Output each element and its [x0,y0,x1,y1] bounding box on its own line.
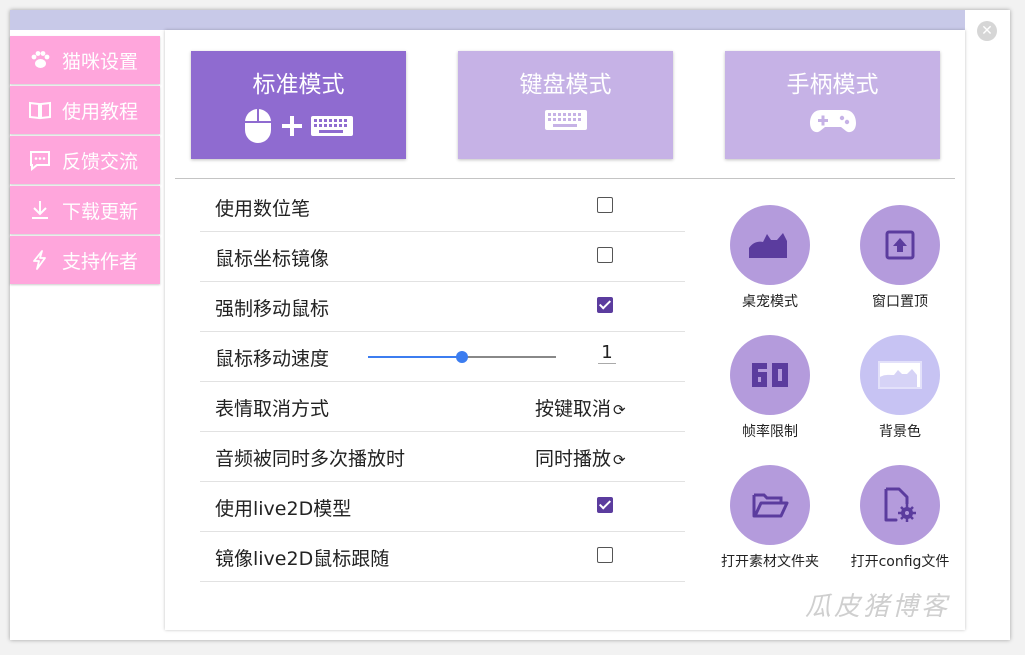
keyboard-icon [458,107,673,133]
feature-label: 背景色 [879,424,921,440]
mirror-live2d-checkbox[interactable] [597,547,613,563]
cycle-icon: ⟳ [613,451,626,469]
divider [175,178,955,179]
feature-label: 帧率限制 [742,424,798,440]
sidebar-item-label: 下载更新 [62,200,139,223]
paw-icon [28,48,52,72]
setting-row-digital-pen: 使用数位笔 [200,181,685,232]
feature-label: 桌宠模式 [742,294,798,310]
file-gear-icon [860,465,940,545]
pet-mode-button[interactable]: 桌宠模式 [705,205,835,311]
mode-label: 键盘模式 [519,72,612,98]
chat-icon [28,148,52,172]
sidebar-item-label: 支持作者 [62,250,139,273]
mouse-speed-slider[interactable] [368,347,558,367]
gamepad-icon [725,107,940,135]
sidebar-item-tutorial[interactable]: 使用教程 [10,86,160,134]
setting-row-emote-cancel: 表情取消方式 按键取消 ⟳ [200,381,685,432]
mouse-mirror-checkbox[interactable] [597,247,613,263]
close-icon: ✕ [981,23,993,39]
keyboard-mode-button[interactable]: 键盘模式 [458,51,673,159]
gamepad-mode-button[interactable]: 手柄模式 [725,51,940,159]
digital-pen-checkbox[interactable] [597,197,613,213]
audio-overlap-cycle-button[interactable]: 同时播放 ⟳ [535,444,626,471]
download-icon [28,198,52,222]
setting-row-mouse-mirror: 鼠标坐标镜像 [200,231,685,282]
feature-label: 打开config文件 [850,554,950,570]
setting-label: 使用live2D模型 [215,498,352,520]
bolt-icon [28,248,52,272]
watermark: 瓜皮猪博客 [805,592,951,622]
setting-row-mouse-speed: 鼠标移动速度 1 [200,331,685,382]
open-config-button[interactable]: 打开config文件 [835,465,965,571]
settings-panel: 标准模式 键盘模式 手柄模式 使用数位笔 鼠标坐标镜像 强制移动鼠标 鼠标移动速… [165,30,965,630]
sidebar-item-label: 使用教程 [62,100,139,123]
sidebar-item-label: 猫咪设置 [62,50,139,73]
sidebar-item-cat-settings[interactable]: 猫咪设置 [10,36,160,84]
sidebar-item-download[interactable]: 下载更新 [10,186,160,234]
emote-cancel-cycle-button[interactable]: 按键取消 ⟳ [535,394,626,421]
open-folder-button[interactable]: 打开素材文件夹 [705,465,835,571]
standard-mode-button[interactable]: 标准模式 [191,51,406,159]
emote-cancel-value: 按键取消 [535,398,612,420]
setting-label: 强制移动鼠标 [215,298,330,320]
sidebar-item-label: 反馈交流 [62,150,139,173]
setting-row-force-move: 强制移动鼠标 [200,281,685,332]
folder-open-icon [730,465,810,545]
fps-60-icon [730,335,810,415]
background-image-icon [860,335,940,415]
use-live2d-checkbox[interactable] [597,497,613,513]
sidebar-item-support[interactable]: 支持作者 [10,236,160,284]
slider-fill [368,356,462,358]
setting-label: 使用数位笔 [215,198,311,220]
title-bar[interactable] [10,10,965,30]
setting-label: 表情取消方式 [215,398,330,420]
fps-limit-button[interactable]: 帧率限制 [705,335,835,441]
window-top-button[interactable]: 窗口置顶 [835,205,965,311]
mouse-plus-keyboard-icon [191,107,406,145]
sidebar-item-feedback[interactable]: 反馈交流 [10,136,160,184]
cat-silhouette-icon [730,205,810,285]
close-button[interactable]: ✕ [977,21,997,41]
mode-label: 手柄模式 [786,72,879,98]
setting-label: 音频被同时多次播放时 [215,448,406,470]
feature-label: 窗口置顶 [872,294,928,310]
setting-row-use-live2d: 使用live2D模型 [200,481,685,532]
force-move-checkbox[interactable] [597,297,613,313]
setting-row-mirror-live2d: 镜像live2D鼠标跟随 [200,531,685,582]
cycle-icon: ⟳ [613,401,626,419]
pin-top-icon [860,205,940,285]
setting-label: 镜像live2D鼠标跟随 [215,548,390,570]
mode-label: 标准模式 [252,72,345,98]
background-color-button[interactable]: 背景色 [835,335,965,441]
mouse-speed-value[interactable]: 1 [598,342,616,364]
audio-overlap-value: 同时播放 [535,448,612,470]
setting-label: 鼠标坐标镜像 [215,248,330,270]
slider-thumb[interactable] [456,351,468,363]
sidebar: 猫咪设置 使用教程 反馈交流 下载更新 支持作者 [10,36,160,286]
app-window: ✕ 猫咪设置 使用教程 反馈交流 下载更新 支持作者 标准模式 键盘模式 手柄模… [10,10,1010,640]
setting-row-audio-overlap: 音频被同时多次播放时 同时播放 ⟳ [200,431,685,482]
book-icon [28,98,52,122]
setting-label: 鼠标移动速度 [215,348,330,370]
feature-label: 打开素材文件夹 [721,554,819,570]
